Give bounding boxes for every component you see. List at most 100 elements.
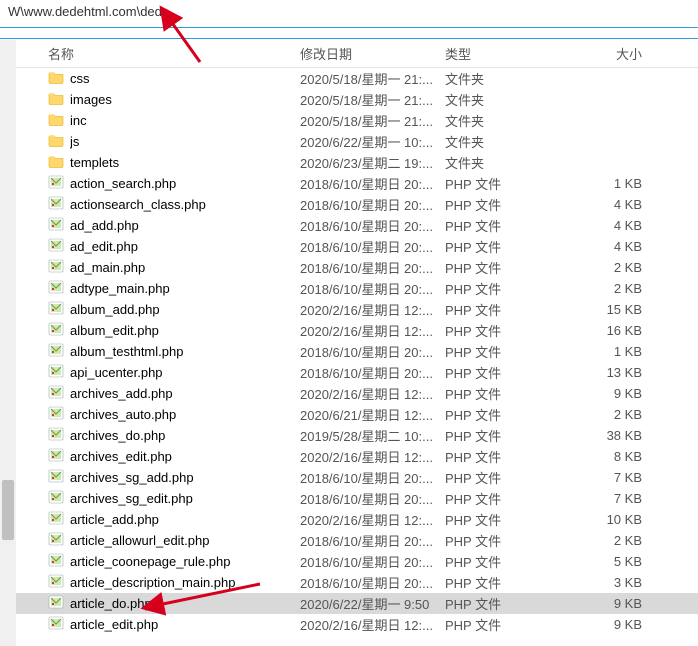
column-header-date[interactable]: 修改日期 <box>300 44 445 63</box>
file-date: 2018/6/10/星期日 20:... <box>300 552 445 571</box>
file-name: css <box>70 71 90 86</box>
php-file-icon <box>48 175 64 192</box>
file-name: archives_do.php <box>70 428 165 443</box>
file-type: PHP 文件 <box>445 531 570 550</box>
file-date: 2020/5/18/星期一 21:... <box>300 111 445 130</box>
file-type: PHP 文件 <box>445 174 570 193</box>
spacer <box>0 28 698 38</box>
file-row[interactable]: album_edit.php2020/2/16/星期日 12:...PHP 文件… <box>0 320 698 341</box>
file-type: PHP 文件 <box>445 615 570 634</box>
php-file-icon <box>48 448 64 465</box>
php-file-icon <box>48 280 64 297</box>
file-type: PHP 文件 <box>445 279 570 298</box>
file-date: 2020/2/16/星期日 12:... <box>300 510 445 529</box>
file-row[interactable]: ad_main.php2018/6/10/星期日 20:...PHP 文件2 K… <box>0 257 698 278</box>
file-size: 4 KB <box>570 218 650 233</box>
file-size: 2 KB <box>570 281 650 296</box>
php-file-icon <box>48 238 64 255</box>
file-date: 2018/6/10/星期日 20:... <box>300 342 445 361</box>
file-row[interactable]: ad_edit.php2018/6/10/星期日 20:...PHP 文件4 K… <box>0 236 698 257</box>
file-size: 7 KB <box>570 491 650 506</box>
file-date: 2020/2/16/星期日 12:... <box>300 615 445 634</box>
file-name: inc <box>70 113 87 128</box>
address-bar[interactable]: W\www.dedehtml.com\dede <box>0 0 698 28</box>
file-type: 文件夹 <box>445 90 570 109</box>
folder-row[interactable]: images2020/5/18/星期一 21:...文件夹 <box>0 89 698 110</box>
file-row[interactable]: article_add.php2020/2/16/星期日 12:...PHP 文… <box>0 509 698 530</box>
file-row[interactable]: api_ucenter.php2018/6/10/星期日 20:...PHP 文… <box>0 362 698 383</box>
file-size: 1 KB <box>570 176 650 191</box>
file-row[interactable]: archives_do.php2019/5/28/星期二 10:...PHP 文… <box>0 425 698 446</box>
folder-icon <box>48 154 64 171</box>
file-list: css2020/5/18/星期一 21:...文件夹images2020/5/1… <box>0 68 698 635</box>
file-type: PHP 文件 <box>445 363 570 382</box>
file-date: 2020/6/23/星期二 19:... <box>300 153 445 172</box>
file-row[interactable]: archives_sg_edit.php2018/6/10/星期日 20:...… <box>0 488 698 509</box>
folder-icon <box>48 70 64 87</box>
file-type: PHP 文件 <box>445 237 570 256</box>
file-row[interactable]: article_description_main.php2018/6/10/星期… <box>0 572 698 593</box>
folder-row[interactable]: templets2020/6/23/星期二 19:...文件夹 <box>0 152 698 173</box>
column-header-size[interactable]: 大小 <box>570 44 650 63</box>
file-size: 3 KB <box>570 575 650 590</box>
file-name: js <box>70 134 79 149</box>
file-size: 2 KB <box>570 533 650 548</box>
php-file-icon <box>48 196 64 213</box>
file-row[interactable]: archives_auto.php2020/6/21/星期日 12:...PHP… <box>0 404 698 425</box>
file-row[interactable]: adtype_main.php2018/6/10/星期日 20:...PHP 文… <box>0 278 698 299</box>
file-date: 2018/6/10/星期日 20:... <box>300 195 445 214</box>
file-type: PHP 文件 <box>445 573 570 592</box>
folder-row[interactable]: inc2020/5/18/星期一 21:...文件夹 <box>0 110 698 131</box>
file-row[interactable]: archives_sg_add.php2018/6/10/星期日 20:...P… <box>0 467 698 488</box>
file-name: archives_edit.php <box>70 449 172 464</box>
file-name: adtype_main.php <box>70 281 170 296</box>
file-size: 8 KB <box>570 449 650 464</box>
file-row[interactable]: archives_add.php2020/2/16/星期日 12:...PHP … <box>0 383 698 404</box>
file-row[interactable]: article_coonepage_rule.php 2018/6/10/星期日 … <box>0 551 698 572</box>
file-name: action_search.php <box>70 176 176 191</box>
file-row[interactable]: article_do.php2020/6/22/星期一 9:50PHP 文件9 … <box>0 593 698 614</box>
file-row[interactable]: action_search.php2018/6/10/星期日 20:...PHP… <box>0 173 698 194</box>
file-name: ad_add.php <box>70 218 139 233</box>
php-file-icon <box>48 553 64 570</box>
file-type: PHP 文件 <box>445 384 570 403</box>
file-size: 9 KB <box>570 386 650 401</box>
php-file-icon <box>48 217 64 234</box>
scrollbar-track[interactable] <box>0 40 16 646</box>
php-file-icon <box>48 385 64 402</box>
file-type: PHP 文件 <box>445 216 570 235</box>
file-size: 10 KB <box>570 512 650 527</box>
file-date: 2018/6/10/星期日 20:... <box>300 237 445 256</box>
file-size: 7 KB <box>570 470 650 485</box>
file-size: 16 KB <box>570 323 650 338</box>
file-name: article_edit.php <box>70 617 158 632</box>
file-row[interactable]: ad_add.php2018/6/10/星期日 20:...PHP 文件4 KB <box>0 215 698 236</box>
file-row[interactable]: article_allowurl_edit.php2018/6/10/星期日 2… <box>0 530 698 551</box>
file-name: article_do.php <box>70 596 152 611</box>
file-size: 2 KB <box>570 407 650 422</box>
file-row[interactable]: actionsearch_class.php2018/6/10/星期日 20:.… <box>0 194 698 215</box>
file-date: 2020/5/18/星期一 21:... <box>300 90 445 109</box>
php-file-icon <box>48 343 64 360</box>
php-file-icon <box>48 511 64 528</box>
file-type: PHP 文件 <box>445 489 570 508</box>
file-type: 文件夹 <box>445 69 570 88</box>
folder-icon <box>48 133 64 150</box>
folder-row[interactable]: css2020/5/18/星期一 21:...文件夹 <box>0 68 698 89</box>
folder-icon <box>48 91 64 108</box>
folder-icon <box>48 112 64 129</box>
file-date: 2018/6/10/星期日 20:... <box>300 573 445 592</box>
scrollbar-thumb[interactable] <box>2 480 14 540</box>
php-file-icon <box>48 490 64 507</box>
file-row[interactable]: article_edit.php 2020/2/16/星期日 12:...PHP … <box>0 614 698 635</box>
file-row[interactable]: album_add.php2020/2/16/星期日 12:...PHP 文件1… <box>0 299 698 320</box>
column-header-type[interactable]: 类型 <box>445 44 570 63</box>
file-row[interactable]: album_testhtml.php2018/6/10/星期日 20:...PH… <box>0 341 698 362</box>
file-date: 2018/6/10/星期日 20:... <box>300 363 445 382</box>
column-header-row: 名称 修改日期 类型 大小 <box>0 38 698 68</box>
column-header-name[interactable]: 名称 <box>30 44 300 63</box>
file-row[interactable]: archives_edit.php2020/2/16/星期日 12:...PHP… <box>0 446 698 467</box>
folder-row[interactable]: js2020/6/22/星期一 10:...文件夹 <box>0 131 698 152</box>
file-name: article_coonepage_rule.php <box>70 554 230 569</box>
file-name: archives_add.php <box>70 386 173 401</box>
